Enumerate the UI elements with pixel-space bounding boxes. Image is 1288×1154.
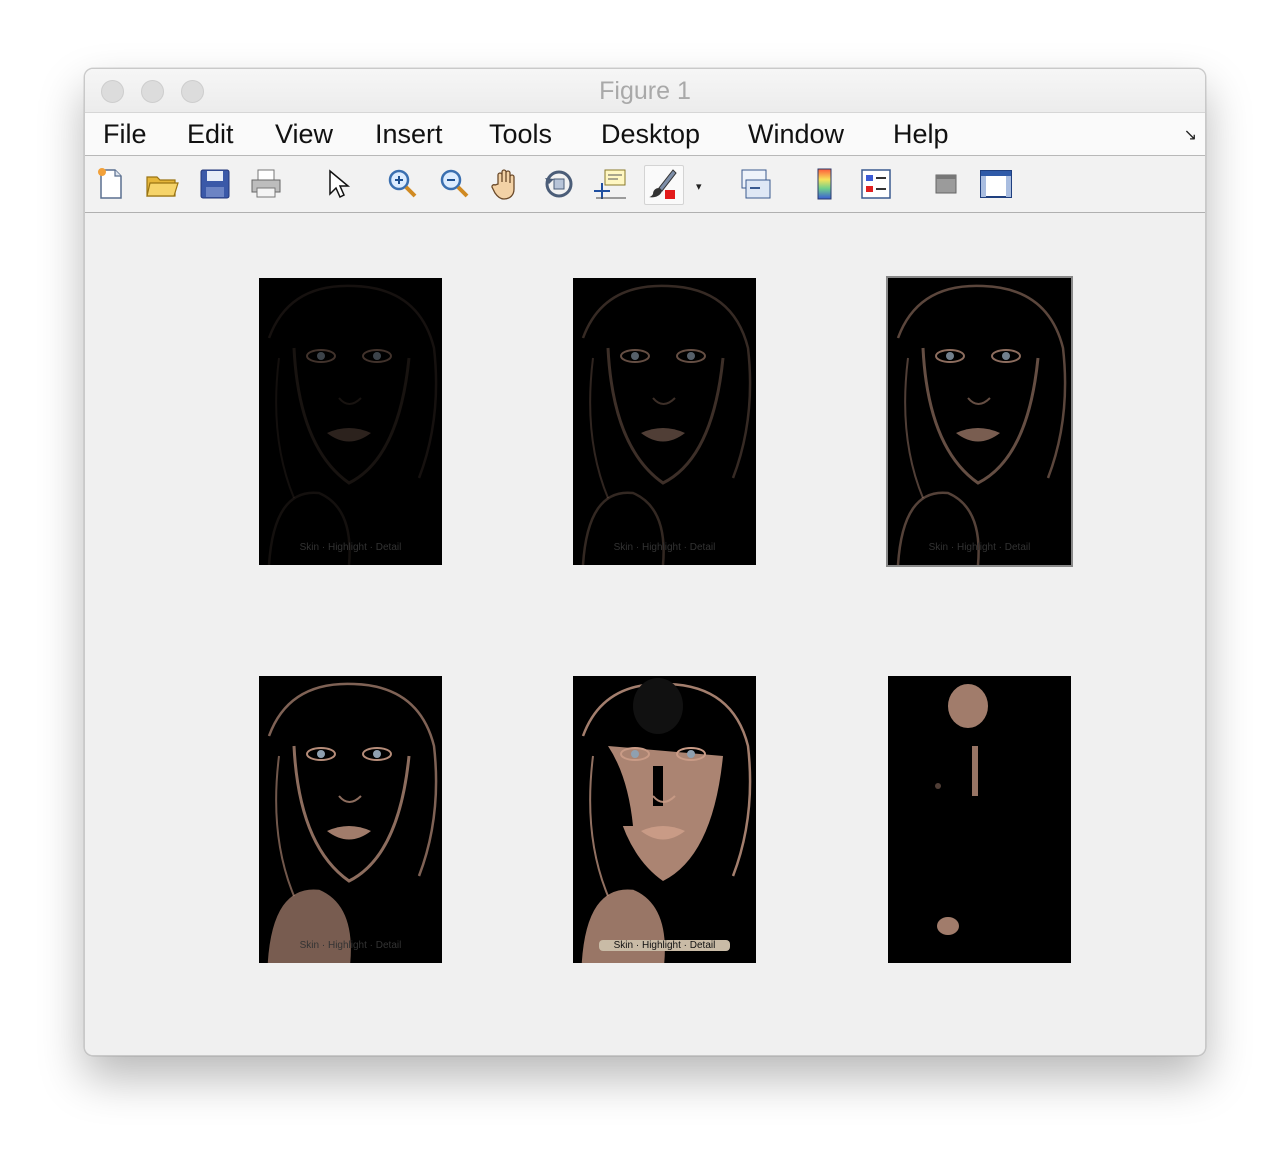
iris xyxy=(373,750,381,758)
menu-help[interactable]: Help xyxy=(893,119,949,150)
dock-arrow-icon[interactable]: ↘ xyxy=(1184,125,1197,145)
show-plot-tools-icon[interactable] xyxy=(978,166,1014,202)
highlight-blob xyxy=(972,746,978,796)
subplot-caption: Skin · Highlight · Detail xyxy=(928,542,1031,553)
highlight-blob xyxy=(948,684,988,728)
highlight-blob xyxy=(937,917,959,935)
zoom-out-icon[interactable] xyxy=(437,166,473,202)
iris xyxy=(1002,352,1010,360)
colorbar-icon[interactable] xyxy=(807,166,843,202)
open-file-icon[interactable] xyxy=(144,166,180,202)
pan-hand-icon[interactable] xyxy=(489,166,525,202)
iris xyxy=(687,352,695,360)
save-icon[interactable] xyxy=(197,166,233,202)
subplot-2[interactable]: Skin · Highlight · Detail xyxy=(573,278,756,565)
subplot-1[interactable]: Skin · Highlight · Detail xyxy=(259,278,442,565)
menu-insert[interactable]: Insert xyxy=(375,119,443,150)
edit-plot-arrow-icon[interactable] xyxy=(319,166,355,202)
subplot-5[interactable]: Skin · Highlight · Detail xyxy=(573,676,756,963)
iris xyxy=(631,352,639,360)
menu-window[interactable]: Window xyxy=(748,119,844,150)
figure-window: Figure 1 File Edit View Insert Tools Des… xyxy=(84,68,1206,1056)
brush-dropdown-icon[interactable]: ▾ xyxy=(696,180,702,193)
iris xyxy=(631,750,639,758)
hide-plot-tools-icon[interactable] xyxy=(928,166,964,202)
iris xyxy=(317,750,325,758)
figure-toolbar: ▾ xyxy=(85,156,1205,213)
subplot-4[interactable]: Skin · Highlight · Detail xyxy=(259,676,442,963)
title-bar[interactable]: Figure 1 xyxy=(85,69,1205,113)
subplot-6[interactable] xyxy=(888,676,1071,963)
menu-bar: File Edit View Insert Tools Desktop Wind… xyxy=(85,113,1205,156)
iris xyxy=(946,352,954,360)
window-title: Figure 1 xyxy=(599,77,691,105)
iris xyxy=(317,352,325,360)
menu-file[interactable]: File xyxy=(103,119,147,150)
figure-canvas[interactable]: Skin · Highlight · Detail Skin · Highlig… xyxy=(85,213,1205,1055)
subplot-image xyxy=(573,278,756,565)
menu-tools[interactable]: Tools xyxy=(489,119,552,150)
legend-icon[interactable] xyxy=(858,166,894,202)
subplot-image xyxy=(259,676,442,963)
menu-edit[interactable]: Edit xyxy=(187,119,234,150)
subplot-caption: Skin · Highlight · Detail xyxy=(599,940,730,951)
subplot-image xyxy=(888,676,1071,963)
subplot-image xyxy=(573,676,756,963)
new-figure-icon[interactable] xyxy=(93,166,129,202)
subplot-image xyxy=(259,278,442,565)
menu-view[interactable]: View xyxy=(275,119,333,150)
data-cursor-icon[interactable] xyxy=(593,166,629,202)
subplot-caption: Skin · Highlight · Detail xyxy=(613,542,716,553)
brush-icon[interactable] xyxy=(644,165,684,205)
link-plot-icon[interactable] xyxy=(738,166,774,202)
menu-desktop[interactable]: Desktop xyxy=(601,119,700,150)
zoom-in-icon[interactable] xyxy=(385,166,421,202)
subplot-image xyxy=(888,278,1071,565)
iris xyxy=(373,352,381,360)
subplot-3[interactable]: Skin · Highlight · Detail xyxy=(886,276,1073,567)
print-icon[interactable] xyxy=(248,166,284,202)
subplot-caption: Skin · Highlight · Detail xyxy=(299,940,402,951)
highlight-blob xyxy=(935,783,941,789)
rotate-3d-icon[interactable] xyxy=(541,166,577,202)
subplot-caption: Skin · Highlight · Detail xyxy=(299,542,402,553)
forehead-shadow xyxy=(633,678,683,734)
iris xyxy=(687,750,695,758)
